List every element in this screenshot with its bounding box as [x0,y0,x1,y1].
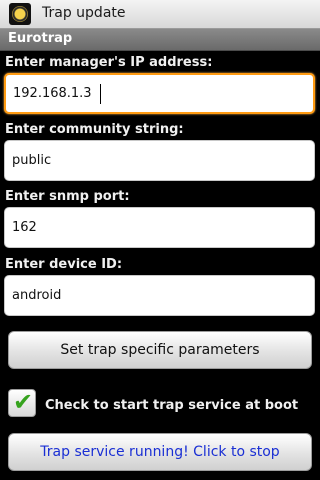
device-id-label: Enter device ID: [5,257,123,272]
device-id-input[interactable] [12,276,302,315]
title-bar: Trap update [0,0,320,29]
community-string-field[interactable] [4,140,315,181]
window-title: Trap update [42,5,126,21]
set-trap-params-button[interactable]: Set trap specific parameters [8,331,312,369]
boot-checkbox-label: Check to start trap service at boot [45,398,299,413]
community-string-input[interactable] [12,141,302,180]
snmp-port-label: Enter snmp port: [5,189,130,204]
text-cursor [100,84,101,104]
manager-ip-label: Enter manager's IP address: [5,55,213,70]
device-id-field[interactable] [4,275,315,316]
film-reel-icon [9,3,31,25]
stop-service-label: Trap service running! Click to stop [40,444,280,460]
set-trap-params-label: Set trap specific parameters [60,342,260,358]
manager-ip-input[interactable] [13,75,303,112]
boot-checkbox[interactable]: ✔ [8,388,36,417]
manager-ip-field[interactable] [4,73,315,114]
snmp-port-input[interactable] [12,208,302,247]
section-title: Eurotrap [8,31,73,46]
community-string-label: Enter community string: [5,122,184,137]
checkmark-icon: ✔ [13,388,34,416]
section-header: Eurotrap [0,29,320,51]
snmp-port-field[interactable] [4,207,315,248]
stop-service-button[interactable]: Trap service running! Click to stop [8,433,312,471]
